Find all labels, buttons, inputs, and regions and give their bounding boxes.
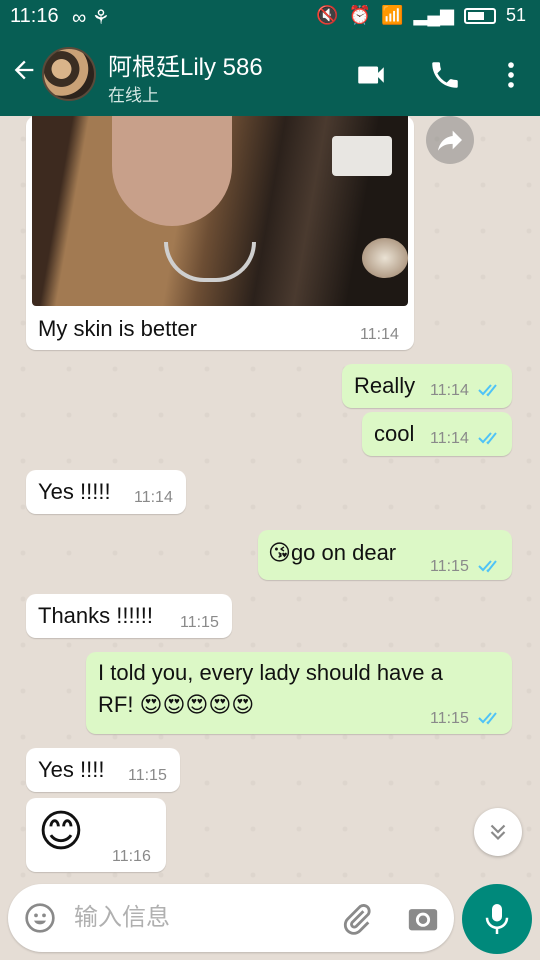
contact-name[interactable]: 阿根廷Lily 586 (108, 47, 263, 82)
message-text-line1: I told you, every lady should have a (98, 660, 443, 685)
alarm-icon: ⏰ (348, 5, 372, 25)
smiling-emoji-icon: 😊 (38, 807, 84, 856)
chat-header: 阿根廷Lily 586 在线上 (0, 34, 540, 116)
forward-button[interactable] (426, 116, 474, 164)
message-incoming[interactable]: Yes !!!! 11:15 (26, 748, 180, 792)
contact-avatar[interactable] (42, 47, 96, 101)
wifi-icon: 📶 (381, 5, 404, 25)
attach-icon[interactable] (340, 902, 374, 936)
scroll-to-bottom-button[interactable] (474, 808, 522, 856)
message-time: 11:16 (112, 848, 151, 865)
kissing-emoji-icon: 😘 (268, 540, 291, 565)
status-bar: 11:16 ∞ ⚘ 🔇 ⏰ 📶 ▂▄▆ 51 (0, 0, 540, 34)
message-input[interactable] (74, 898, 314, 938)
message-outgoing[interactable]: Really 11:14 (342, 364, 512, 408)
message-text: 😘go on dear (268, 540, 397, 565)
status-time: 11:16 (10, 5, 59, 27)
back-arrow-icon[interactable] (10, 56, 38, 84)
message-text: Thanks !!!!!! (38, 603, 153, 628)
message-incoming-photo[interactable]: My skin is better 11:14 (26, 116, 414, 350)
battery-level: 51 (505, 5, 526, 25)
message-time: 11:14 (134, 489, 173, 506)
message-time: 11:15 (128, 767, 167, 784)
read-receipt-icon (478, 712, 497, 725)
message-incoming[interactable]: Yes !!!!! 11:14 (26, 470, 186, 514)
message-time: 11:15 (430, 710, 469, 727)
contact-status: 在线上 (108, 86, 159, 105)
message-incoming[interactable]: Thanks !!!!!! 11:15 (26, 594, 232, 638)
video-call-icon[interactable] (354, 58, 388, 92)
camera-icon[interactable] (406, 902, 440, 936)
message-text: cool (374, 421, 415, 446)
photo-background-dish (362, 238, 408, 278)
status-right-icons: 🔇 ⏰ 📶 ▂▄▆ 51 (316, 5, 526, 26)
emoji-icon[interactable] (24, 902, 56, 934)
message-outgoing[interactable]: cool 11:14 (362, 412, 512, 456)
forward-icon (438, 130, 462, 151)
message-time: 11:15 (430, 558, 469, 575)
message-text: My skin is better (38, 316, 197, 341)
message-outgoing[interactable]: 😘go on dear 11:15 (258, 530, 512, 580)
status-notification-icons: ∞ ⚘ (72, 7, 110, 29)
message-time: 11:14 (360, 326, 399, 343)
signal-icon: ▂▄▆ (413, 5, 454, 25)
double-chevron-down-icon (490, 824, 506, 841)
message-time: 11:14 (430, 430, 469, 447)
photo-necklace (164, 242, 256, 282)
message-text-line2: RF! 😍😍😍😍😍 (98, 692, 255, 717)
voice-message-button[interactable] (462, 884, 532, 954)
message-text: Really (354, 373, 416, 398)
message-time: 11:15 (180, 614, 219, 631)
battery-icon (463, 7, 496, 24)
message-outgoing[interactable]: I told you, every lady should have a RF!… (86, 652, 512, 734)
message-time: 11:14 (430, 382, 469, 399)
read-receipt-icon (478, 384, 497, 397)
message-composer (8, 884, 454, 952)
voice-call-icon[interactable] (428, 58, 462, 92)
photo-face (112, 116, 232, 226)
microphone-icon (485, 904, 509, 934)
read-receipt-icon (478, 432, 497, 445)
message-text: Yes !!!!! (38, 479, 111, 504)
shared-photo[interactable] (32, 116, 408, 306)
mute-icon: 🔇 (316, 5, 339, 25)
message-text: Yes !!!! (38, 757, 105, 782)
message-incoming-emoji[interactable]: 😊 11:16 (26, 798, 166, 872)
read-receipt-icon (478, 560, 497, 573)
photo-background-light (332, 136, 392, 176)
more-options-icon[interactable] (494, 58, 528, 92)
